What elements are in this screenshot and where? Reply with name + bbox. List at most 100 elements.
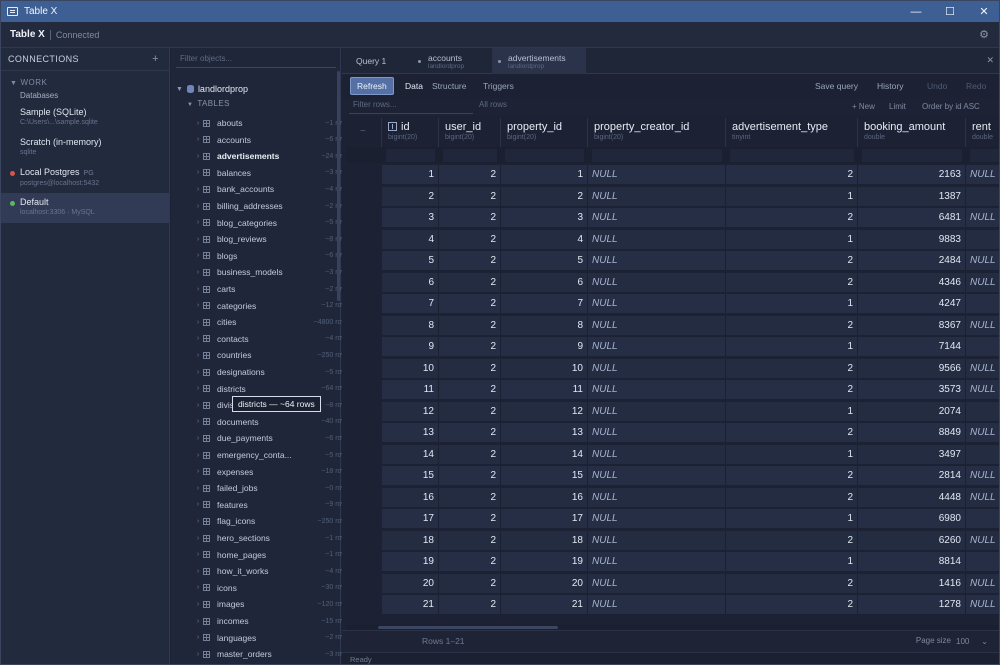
table-cell[interactable]: NULL: [966, 595, 999, 614]
table-cell[interactable]: 21: [382, 595, 439, 614]
table-row[interactable]: 4 2 4 NULL 1 9883: [346, 228, 999, 250]
save-query-button[interactable]: Save query: [815, 77, 858, 95]
table-cell[interactable]: 4: [382, 229, 439, 249]
order-by-button[interactable]: Order by id ASC: [922, 102, 980, 111]
table-cell[interactable]: 2: [439, 466, 501, 485]
tree-table-item[interactable]: › advertisements ~24 rows: [193, 148, 353, 164]
table-cell[interactable]: 6: [382, 272, 439, 292]
table-cell[interactable]: 8367: [858, 315, 966, 335]
table-cell[interactable]: NULL: [966, 251, 999, 270]
tree-table-item[interactable]: › flag_icons ~250 rows: [193, 513, 353, 529]
chevron-right-icon[interactable]: ›: [193, 651, 203, 658]
table-cell[interactable]: 20: [382, 573, 439, 593]
table-cell[interactable]: 2: [439, 272, 501, 292]
table-row[interactable]: 18 2 18 NULL 2 6260 NULL: [346, 529, 999, 551]
tree-table-item[interactable]: ›billing_addresses~2 rows: [193, 198, 353, 214]
table-cell[interactable]: NULL: [966, 315, 999, 335]
table-cell[interactable]: 7144: [858, 337, 966, 356]
page-size-select[interactable]: 100 ⌄: [953, 634, 991, 648]
chevron-right-icon[interactable]: ›: [193, 634, 203, 641]
table-cell[interactable]: 14: [382, 444, 439, 464]
tables-header[interactable]: ▼ TABLES: [187, 99, 230, 108]
table-cell[interactable]: NULL: [588, 186, 726, 206]
tree-table-item[interactable]: ›blogs~6 rows: [193, 248, 353, 264]
chevron-right-icon[interactable]: ›: [193, 485, 203, 492]
table-cell[interactable]: NULL: [966, 358, 999, 378]
row-number[interactable]: [346, 466, 379, 485]
tree-table-item[interactable]: ›accounts~6 rows: [193, 132, 353, 148]
chevron-right-icon[interactable]: ›: [193, 418, 203, 425]
column-filter-input[interactable]: [386, 149, 435, 162]
table-cell[interactable]: 7: [501, 294, 588, 313]
row-number[interactable]: [346, 273, 379, 292]
table-cell[interactable]: NULL: [588, 380, 726, 399]
settings-gear-icon[interactable]: ⚙: [979, 28, 989, 41]
table-cell[interactable]: 9883: [858, 229, 966, 249]
table-row[interactable]: 10 2 10 NULL 2 9566 NULL: [346, 357, 999, 379]
table-cell[interactable]: 2484: [858, 251, 966, 270]
row-number[interactable]: [346, 402, 379, 421]
tree-table-item[interactable]: › images ~120 rows: [193, 596, 353, 612]
table-cell[interactable]: 13: [382, 423, 439, 442]
table-cell[interactable]: 9: [382, 337, 439, 356]
row-number[interactable]: [346, 531, 379, 550]
chevron-right-icon[interactable]: ›: [193, 169, 203, 176]
table-cell[interactable]: 2: [726, 251, 858, 270]
connection-group-item[interactable]: Databases: [1, 87, 169, 103]
table-cell[interactable]: 2: [439, 595, 501, 614]
table-cell[interactable]: NULL: [588, 315, 726, 335]
table-cell[interactable]: 2: [439, 444, 501, 464]
chevron-right-icon[interactable]: ›: [193, 501, 203, 508]
tree-table-item[interactable]: ›balances~3 rows: [193, 165, 353, 181]
table-cell[interactable]: 2: [726, 358, 858, 378]
chevron-right-icon[interactable]: ›: [193, 452, 203, 459]
chevron-right-icon[interactable]: ›: [193, 435, 203, 442]
table-cell[interactable]: 11: [382, 380, 439, 399]
tree-table-item[interactable]: › categories ~12 rows: [193, 298, 353, 314]
table-cell[interactable]: 1: [726, 552, 858, 571]
table-cell[interactable]: 2: [439, 509, 501, 528]
table-cell[interactable]: NULL: [588, 423, 726, 442]
table-row[interactable]: 8 2 8 NULL 2 8367 NULL: [346, 314, 999, 336]
table-cell[interactable]: 13: [501, 423, 588, 442]
table-cell[interactable]: 10: [382, 358, 439, 378]
history-button[interactable]: History: [877, 77, 903, 95]
row-number[interactable]: [346, 251, 379, 270]
table-cell[interactable]: NULL: [588, 251, 726, 270]
table-cell[interactable]: 2: [439, 423, 501, 442]
table-cell[interactable]: 17: [382, 509, 439, 528]
close-button[interactable]: ✕: [967, 1, 999, 22]
column-filter-input[interactable]: [505, 149, 584, 162]
column-filter-input[interactable]: [970, 149, 999, 162]
table-cell[interactable]: 6980: [858, 509, 966, 528]
table-cell[interactable]: 9566: [858, 358, 966, 378]
table-cell[interactable]: NULL: [588, 466, 726, 485]
table-cell[interactable]: 8: [382, 315, 439, 335]
connection-item[interactable]: Scratch (in-memory) sqlite: [1, 133, 169, 163]
table-cell[interactable]: 3497: [858, 444, 966, 464]
table-cell[interactable]: 1: [726, 401, 858, 421]
limit-button[interactable]: Limit: [889, 102, 906, 111]
table-cell[interactable]: 1387: [858, 186, 966, 206]
column-filter-input[interactable]: [730, 149, 854, 162]
chevron-right-icon[interactable]: ›: [193, 402, 203, 409]
tree-table-item[interactable]: ›business_models~3 rows: [193, 264, 353, 280]
table-cell[interactable]: 2: [439, 165, 501, 184]
tree-table-item[interactable]: › icons ~30 rows: [193, 580, 353, 596]
row-number[interactable]: [346, 488, 379, 507]
table-row[interactable]: 3 2 3 NULL 2 6481 NULL: [346, 206, 999, 228]
table-row[interactable]: 2 2 2 NULL 1 1387: [346, 185, 999, 207]
tree-table-item[interactable]: ›abouts~1 rows: [193, 115, 353, 131]
maximize-button[interactable]: ☐: [933, 1, 967, 22]
tab-data[interactable]: Data: [405, 77, 423, 95]
chevron-right-icon[interactable]: ›: [193, 518, 203, 525]
table-cell[interactable]: NULL: [588, 272, 726, 292]
table-cell[interactable]: 2: [726, 573, 858, 593]
column-filter-input[interactable]: [443, 149, 497, 162]
add-connection-icon[interactable]: +: [152, 53, 159, 65]
table-cell[interactable]: 2: [439, 315, 501, 335]
table-cell[interactable]: 2: [726, 380, 858, 399]
table-cell[interactable]: 16: [501, 487, 588, 507]
row-number[interactable]: [346, 230, 379, 249]
table-cell[interactable]: 4448: [858, 487, 966, 507]
